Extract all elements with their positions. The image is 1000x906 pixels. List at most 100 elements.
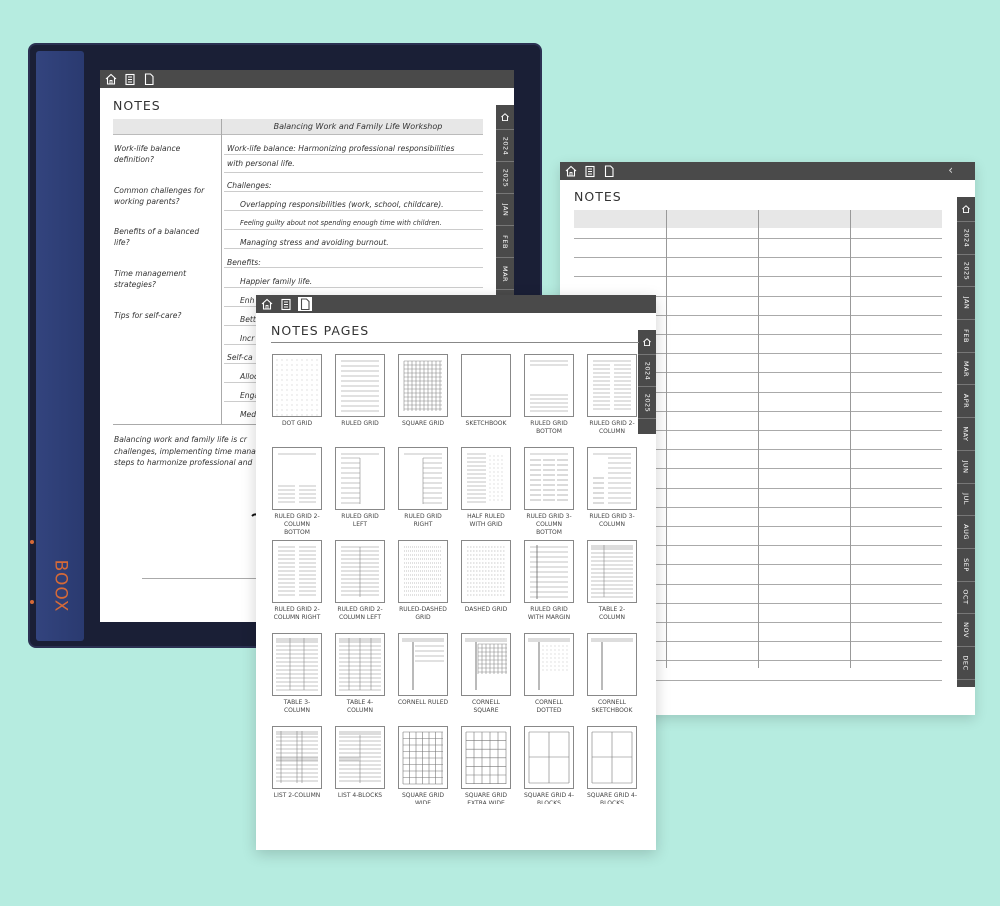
tab-label: OCT bbox=[961, 589, 970, 605]
template-cornell-ruled[interactable]: CORNELL RULED bbox=[397, 633, 449, 707]
template-table-2[interactable]: TABLE 2-COLUMN bbox=[586, 540, 638, 622]
page-icon[interactable] bbox=[298, 297, 312, 311]
tab-oct[interactable]: OCT bbox=[957, 582, 975, 615]
template-thumbnail bbox=[272, 540, 322, 603]
template-list-4[interactable]: LIST 4-BLOCKS bbox=[334, 726, 386, 800]
template-label: LIST 2-COLUMN bbox=[273, 792, 321, 799]
template-cornell-dotted[interactable]: CORNELL DOTTED bbox=[523, 633, 575, 715]
template-cornell-sketch[interactable]: CORNELL SKETCHBOOK bbox=[586, 633, 638, 715]
template-thumbnail bbox=[272, 354, 322, 417]
clipboard-icon[interactable] bbox=[583, 164, 597, 178]
tab-nov[interactable]: NOV bbox=[957, 614, 975, 647]
clipboard-icon[interactable] bbox=[123, 72, 137, 86]
clipboard-icon[interactable] bbox=[279, 297, 293, 311]
home-icon[interactable] bbox=[564, 164, 578, 178]
device-button bbox=[30, 600, 34, 604]
home-icon[interactable] bbox=[260, 297, 274, 311]
tab-feb[interactable]: FEB bbox=[496, 226, 514, 258]
tab-2024[interactable]: 2024 bbox=[496, 130, 514, 162]
tab-jun[interactable]: JUN bbox=[957, 451, 975, 484]
template-label: SQUARE GRID 4-BLOCKS bbox=[587, 792, 637, 804]
template-ruled-2col-left[interactable]: RULED GRID 2-COLUMN LEFT bbox=[334, 540, 386, 622]
template-table-3[interactable]: TABLE 3-COLUMN bbox=[271, 633, 323, 715]
template-ruled-2col-bottom[interactable]: RULED GRID 2-COLUMN BOTTOM bbox=[271, 447, 323, 537]
template-thumbnail bbox=[398, 354, 448, 417]
template-thumbnail bbox=[335, 633, 385, 696]
template-dot[interactable]: DOT GRID bbox=[271, 354, 323, 428]
tab-2025[interactable]: 2025 bbox=[957, 255, 975, 288]
tab-feb[interactable]: FEB bbox=[957, 320, 975, 353]
template-label: RULED GRID 2-COLUMN bbox=[589, 420, 635, 435]
tab-home[interactable] bbox=[496, 105, 514, 130]
template-square[interactable]: SQUARE GRID bbox=[397, 354, 449, 428]
ruled-line bbox=[224, 248, 483, 249]
template-blank[interactable]: SKETCHBOOK bbox=[460, 354, 512, 428]
template-thumbnail bbox=[398, 633, 448, 696]
template-ruled-right[interactable]: RULED GRID RIGHT bbox=[397, 447, 449, 529]
tab-jul[interactable]: JUL bbox=[957, 484, 975, 517]
template-label: RULED GRID WITH MARGIN bbox=[527, 606, 571, 621]
tab-2024[interactable]: 2024 bbox=[957, 222, 975, 255]
template-label: DASHED GRID bbox=[464, 606, 508, 613]
tab-home[interactable] bbox=[638, 330, 656, 355]
home-icon[interactable] bbox=[961, 204, 971, 214]
template-dashed[interactable]: DASHED GRID bbox=[460, 540, 512, 614]
tab-label: FEB bbox=[962, 329, 970, 343]
template-blocks-4b[interactable]: SQUARE GRID 4-BLOCKS bbox=[586, 726, 638, 804]
template-label: RULED GRID 2-COLUMN LEFT bbox=[337, 606, 383, 621]
answer-line: with personal life. bbox=[227, 159, 295, 168]
notes-header-text: Balancing Work and Family Life Workshop bbox=[273, 122, 443, 131]
column-divider bbox=[221, 119, 222, 424]
answer-line: Incr bbox=[240, 334, 255, 343]
template-half-ruled[interactable]: HALF RULED WITH GRID bbox=[460, 447, 512, 529]
tab-apr[interactable]: APR bbox=[957, 385, 975, 419]
home-icon[interactable] bbox=[104, 72, 118, 86]
side-tab-strip: 2024 2025 JAN FEB MAR APR MAY JUN JUL AUG SEP OCT NO… bbox=[957, 197, 975, 687]
template-square-xwide[interactable]: SQUARE GRID EXTRA WIDE bbox=[460, 726, 512, 804]
template-ruled-2col-right[interactable]: RULED GRID 2-COLUMN RIGHT bbox=[271, 540, 323, 622]
tab-mar[interactable]: MAR bbox=[496, 258, 514, 290]
device-button bbox=[30, 540, 34, 544]
back-chevron-icon[interactable]: ‹ bbox=[948, 163, 953, 177]
home-icon[interactable] bbox=[500, 112, 510, 122]
template-ruled-3col[interactable]: RULED GRID 3-COLUMN bbox=[586, 447, 638, 529]
template-label: RULED GRID BOTTOM bbox=[530, 420, 568, 435]
template-ruled-bottom[interactable]: RULED GRID BOTTOM bbox=[523, 354, 575, 436]
template-blocks-4[interactable]: SQUARE GRID 4-BLOCKS bbox=[523, 726, 575, 804]
template-thumbnail bbox=[461, 633, 511, 696]
template-ruled-left[interactable]: RULED GRID LEFT bbox=[334, 447, 386, 529]
answer-line: Enh bbox=[240, 296, 255, 305]
page-icon[interactable] bbox=[602, 164, 616, 178]
tab-dec[interactable]: DEC bbox=[957, 647, 975, 680]
template-ruled-2col[interactable]: RULED GRID 2-COLUMN bbox=[586, 354, 638, 436]
page-icon[interactable] bbox=[142, 72, 156, 86]
template-ruled-3col-bottom[interactable]: RULED GRID 3-COLUMN BOTTOM bbox=[523, 447, 575, 537]
template-thumbnail bbox=[524, 540, 574, 603]
template-square-wide[interactable]: SQUARE GRID WIDE bbox=[397, 726, 449, 804]
tab-jan[interactable]: JAN bbox=[957, 287, 975, 321]
tab-jan[interactable]: JAN bbox=[496, 194, 514, 226]
tab-home[interactable] bbox=[957, 197, 975, 222]
ruled-line bbox=[224, 154, 483, 155]
home-icon[interactable] bbox=[642, 337, 652, 347]
tab-sep[interactable]: SEP bbox=[957, 549, 975, 582]
template-ruled-margin[interactable]: RULED GRID WITH MARGIN bbox=[523, 540, 575, 622]
ruled-line bbox=[224, 210, 483, 211]
tab-mar[interactable]: MAR bbox=[957, 353, 975, 386]
answer-line: Overlapping responsibilities (work, scho… bbox=[240, 200, 444, 209]
template-cornell-square[interactable]: CORNELL SQUARE bbox=[460, 633, 512, 715]
template-thumbnail bbox=[272, 447, 322, 510]
template-thumbnail bbox=[335, 726, 385, 789]
page-title: NOTES PAGES bbox=[271, 323, 370, 338]
template-thumbnail bbox=[587, 540, 637, 603]
template-table-4[interactable]: TABLE 4-COLUMN bbox=[334, 633, 386, 715]
question: Benefits of a balanced life? bbox=[114, 227, 200, 247]
template-ruled[interactable]: RULED GRID bbox=[334, 354, 386, 428]
template-list-2[interactable]: LIST 2-COLUMN bbox=[271, 726, 323, 800]
answer-line: Med bbox=[240, 410, 257, 419]
tab-may[interactable]: MAY bbox=[957, 418, 975, 451]
template-ruled-dashed[interactable]: RULED-DASHED GRID bbox=[397, 540, 449, 622]
tab-label: APR bbox=[961, 394, 970, 409]
tab-aug[interactable]: AUG bbox=[957, 516, 975, 549]
tab-2025[interactable]: 2025 bbox=[496, 162, 514, 194]
